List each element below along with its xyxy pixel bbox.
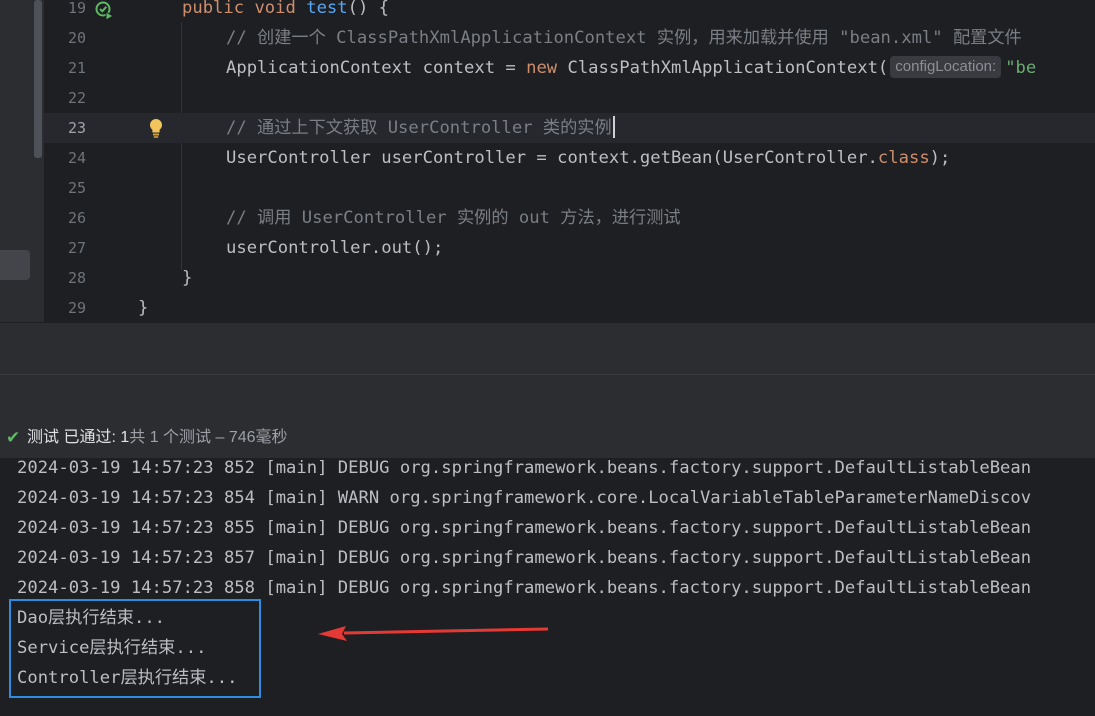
code-part: ); — [929, 148, 951, 168]
comment: // 创建一个 ClassPathXmlApplicationContext 实… — [226, 28, 1022, 48]
line-number: 27 — [67, 239, 86, 257]
text-caret — [612, 116, 615, 138]
lightbulb-icon[interactable] — [148, 117, 164, 139]
console-line: 2024-03-19 14:57:23 854 [main] WARN org.… — [17, 488, 1032, 508]
code-text: userController.out(); — [226, 238, 444, 258]
code-line: 29 } — [44, 293, 1095, 322]
code-line: 21 ApplicationContext context = new Clas… — [44, 53, 1095, 83]
comment: // 通过上下文获取 UserController 类的实例 — [226, 118, 612, 138]
check-icon: ✔ — [6, 428, 21, 447]
code-line: 26 // 调用 UserController 实例的 out 方法，进行测试 — [44, 203, 1095, 233]
ide-window: 19 public void test() { 20 // 创建一个 Class… — [0, 0, 1095, 716]
test-status-bar: ✔ 测试 已通过: 1共 1 个测试 – 746毫秒 — [0, 418, 1095, 458]
status-summary: 共 1 个测试 – 746毫秒 — [129, 429, 288, 446]
code-line: 24 UserController userController = conte… — [44, 143, 1095, 173]
keyword-class: class — [877, 148, 930, 168]
code-line: 20 // 创建一个 ClassPathXmlApplicationContex… — [44, 23, 1095, 53]
line-number: 19 — [67, 0, 86, 17]
tool-window-toolbar — [0, 374, 1095, 419]
code-line: 19 public void test() { — [44, 0, 1095, 23]
test-status-text: 测试 已通过: 1共 1 个测试 – 746毫秒 — [27, 418, 288, 458]
line-number: 22 — [67, 89, 86, 107]
console-output[interactable]: 2024-03-19 14:57:23 852 [main] DEBUG org… — [0, 458, 1095, 716]
status-label: 测试 已通过: — [27, 429, 121, 446]
code-punct: () { — [347, 0, 390, 18]
keyword-public: public — [182, 0, 245, 18]
console-line: 2024-03-19 14:57:23 852 [main] DEBUG org… — [17, 458, 1032, 478]
code-text: } — [182, 268, 193, 288]
line-number: 24 — [67, 149, 86, 167]
sidebar-selected-item[interactable] — [0, 250, 30, 280]
code-text: ApplicationContext context = new ClassPa… — [226, 53, 1036, 83]
line-number: 20 — [67, 29, 86, 47]
console-line: 2024-03-19 14:57:23 857 [main] DEBUG org… — [17, 548, 1032, 568]
ctor-call: ClassPathXmlApplicationContext( — [557, 58, 889, 78]
console-line: 2024-03-19 14:57:23 855 [main] DEBUG org… — [17, 518, 1032, 538]
parameter-hint: configLocation: — [890, 56, 1002, 78]
code-editor[interactable]: 19 public void test() { 20 // 创建一个 Class… — [44, 0, 1095, 322]
comment-text: // 调用 UserController 实例的 out 方法，进行测试 — [226, 203, 681, 233]
code-line-current: 23 // 通过上下文获取 UserController 类的实例 — [44, 113, 1095, 143]
line-number: 28 — [67, 269, 86, 287]
code-text: public void test() { — [182, 0, 389, 23]
type-name: ApplicationContext — [226, 58, 413, 78]
tool-window-header — [0, 322, 1095, 375]
sidebar-scrollbar[interactable] — [34, 0, 42, 158]
line-number: 23 — [67, 119, 86, 137]
passed-count: 1 — [120, 429, 130, 446]
comment-text: // 通过上下文获取 UserController 类的实例 — [226, 113, 615, 143]
code-var: context = — [412, 58, 527, 78]
comment-text: // 创建一个 ClassPathXmlApplicationContext 实… — [226, 23, 1022, 53]
code-part: UserController userController = context.… — [226, 148, 878, 168]
code-line: 27 userController.out(); — [44, 233, 1095, 263]
comment: // 调用 UserController 实例的 out 方法，进行测试 — [226, 208, 681, 228]
keyword-new: new — [526, 58, 558, 78]
code-text: } — [138, 298, 149, 318]
keyword-void: void — [254, 0, 296, 18]
run-test-icon[interactable] — [94, 0, 116, 22]
line-number: 29 — [67, 299, 86, 317]
code-line: 25 — [44, 173, 1095, 203]
annotation-arrow-icon — [318, 626, 549, 641]
code-line: 28 } — [44, 263, 1095, 293]
method-name: test — [306, 0, 348, 18]
code-line: 22 — [44, 83, 1095, 113]
annotation-highlight-box — [9, 599, 261, 698]
line-number: 26 — [67, 209, 86, 227]
line-number: 21 — [67, 59, 86, 77]
project-sidebar-strip — [0, 0, 44, 322]
string-literal: "be — [1005, 58, 1037, 78]
code-text: UserController userController = context.… — [226, 143, 950, 173]
line-number: 25 — [67, 179, 86, 197]
